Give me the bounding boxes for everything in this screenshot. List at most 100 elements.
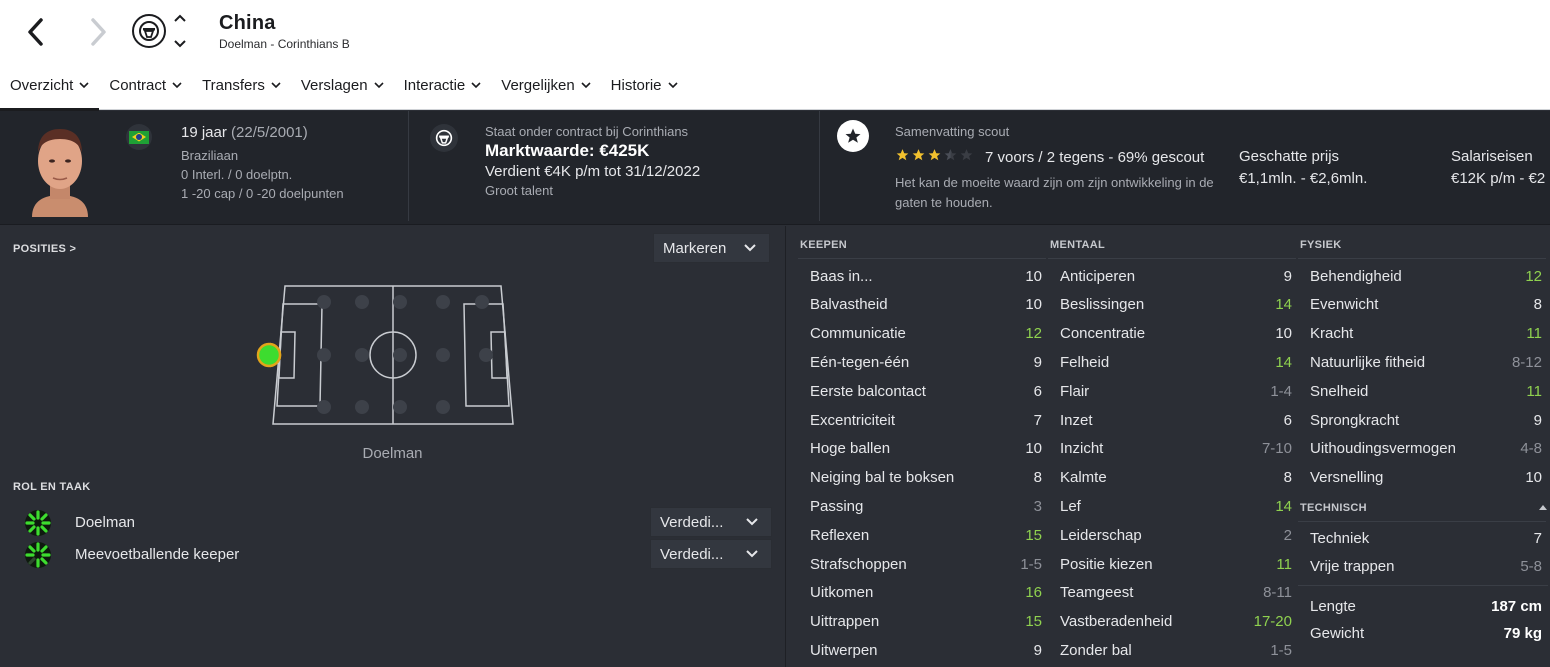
attribute-row[interactable]: Balvastheid 10 [800,291,1048,319]
tab-label: Contract [109,77,167,94]
attribute-row[interactable]: Uittrappen 15 [800,608,1048,636]
attribute-row[interactable]: Versnelling 10 [1300,464,1548,492]
attribute-row[interactable]: Eén-tegen-één 9 [800,348,1048,376]
divider [819,111,820,221]
attribute-row[interactable]: Passing 3 [800,492,1048,520]
player-info-strip: 19 jaar (22/5/2001) Braziliaan 0 Interl.… [0,111,1550,225]
scout-summary: 7 voors / 2 tegens - 69% gescout [985,149,1205,166]
measure-label: Lengte [1310,597,1356,615]
attribute-row[interactable]: Zonder bal 1-5 [1050,636,1298,664]
attribute-label: Natuurlijke fitheid [1310,353,1426,371]
attribute-row[interactable]: Vastberadenheid 17-20 [1050,608,1298,636]
chevron-down-icon [271,82,281,89]
attribute-row[interactable]: Inzicht 7-10 [1050,435,1298,463]
tab-overzicht[interactable]: Overzicht [0,68,100,111]
attribute-row[interactable]: Flair 1-4 [1050,377,1298,405]
tab-contract[interactable]: Contract [99,68,192,110]
attribute-label: Uitkomen [810,584,874,602]
salary-demand-value: €12K p/m - €2 [1451,170,1546,187]
goalkeeper-position-marker[interactable] [256,342,284,370]
club-badge-icon[interactable] [132,14,166,48]
attribute-value: 14 [1275,353,1292,371]
attribute-value: 17-20 [1253,613,1292,631]
role-name[interactable]: Meevoetballende keeper [75,546,239,563]
attribute-value: 10 [1025,296,1042,314]
attribute-row[interactable]: Excentriciteit 7 [800,406,1048,434]
measure-value: 187 cm [1491,597,1542,615]
attribute-row[interactable]: Neiging bal te boksen 8 [800,464,1048,492]
attribute-row[interactable]: Uitkomen 16 [800,579,1048,607]
positions-header[interactable]: POSITIES > [13,243,76,255]
age-text: 19 jaar [181,124,227,141]
attribute-value: 10 [1275,325,1292,343]
star-full-icon [912,149,925,161]
role-suitability-icon [25,510,51,536]
attribute-row[interactable]: Strafschoppen 1-5 [800,550,1048,578]
attribute-value: 5-8 [1520,558,1542,576]
attribute-label: Anticiperen [1060,267,1136,285]
tab-interactie[interactable]: Interactie [394,68,492,110]
attribute-row[interactable]: Concentratie 10 [1050,320,1298,348]
attribute-value: 10 [1525,469,1542,487]
attribute-row[interactable]: Anticiperen 9 [1050,262,1298,290]
attribute-row[interactable]: Behendigheid 12 [1300,262,1548,290]
attribute-row[interactable]: Sprongkracht 9 [1300,406,1548,434]
attribute-value: 12 [1025,325,1042,343]
nationality-flag-icon[interactable] [126,124,152,150]
attribute-row[interactable]: Felheid 14 [1050,348,1298,376]
attribute-label: Excentriciteit [810,411,896,429]
chevron-left-icon [28,18,43,46]
attribute-row[interactable]: Kracht 11 [1300,320,1548,348]
attribute-row[interactable]: Lef 14 [1050,492,1298,520]
attribute-row[interactable]: Beslissingen 14 [1050,291,1298,319]
back-button[interactable] [18,14,54,50]
attribute-label: Eerste balcontact [810,382,926,400]
attribute-row[interactable]: Communicatie 12 [800,320,1048,348]
club-icon[interactable] [430,124,458,152]
attribute-row[interactable]: Positie kiezen 11 [1050,550,1298,578]
attribute-row[interactable]: Kalmte 8 [1050,464,1298,492]
tab-transfers[interactable]: Transfers [192,68,291,110]
player-switcher[interactable] [172,14,188,48]
duty-dropdown[interactable]: Verdedi... [650,539,772,569]
highlight-dropdown[interactable]: Markeren [653,233,770,263]
duty-dropdown[interactable]: Verdedi... [650,507,772,537]
date-of-birth: (22/5/2001) [231,124,308,141]
attribute-row[interactable]: Uithoudingsvermogen 4-8 [1300,435,1548,463]
section-divider [798,258,1046,259]
chevron-down-icon[interactable] [173,39,187,48]
tab-verslagen[interactable]: Verslagen [291,68,394,110]
tab-historie[interactable]: Historie [601,68,688,110]
attribute-value: 9 [1283,267,1292,285]
star-full-icon [896,149,909,161]
attribute-row[interactable]: Hoge ballen 10 [800,435,1048,463]
attribute-row[interactable]: Snelheid 11 [1300,377,1548,405]
attribute-row[interactable]: Natuurlijke fitheid 8-12 [1300,348,1548,376]
attribute-value: 2 [1283,526,1292,544]
chevron-up-icon[interactable] [173,14,187,23]
attribute-row[interactable]: Teamgeest 8-11 [1050,579,1298,607]
attribute-row[interactable]: Evenwicht 8 [1300,291,1548,319]
scout-star-icon[interactable] [837,120,869,152]
attribute-label: Lef [1060,497,1081,515]
attribute-row[interactable]: Inzet 6 [1050,406,1298,434]
attribute-value: 11 [1526,382,1542,400]
attribute-row[interactable]: Uitwerpen 9 [800,636,1048,664]
attribute-value: 10 [1025,440,1042,458]
attribute-row[interactable]: Reflexen 15 [800,521,1048,549]
attribute-row[interactable]: Eerste balcontact 6 [800,377,1048,405]
attribute-row[interactable]: Techniek 7 [1300,524,1548,552]
tab-vergelijken[interactable]: Vergelijken [491,68,600,110]
collapse-caret-icon[interactable] [1539,505,1547,510]
section-divider [1298,258,1546,259]
chevron-down-icon [744,244,756,252]
role-name[interactable]: Doelman [75,514,135,531]
forward-button[interactable] [80,14,116,50]
divider [408,111,409,221]
attribute-row[interactable]: Leiderschap 2 [1050,521,1298,549]
attribute-label: Vastberadenheid [1060,613,1173,631]
attribute-row[interactable]: Vrije trappen 5-8 [1300,553,1548,581]
attribute-label: Strafschoppen [810,555,907,573]
attribute-label: Zonder bal [1060,641,1132,659]
attribute-row[interactable]: Baas in... 10 [800,262,1048,290]
